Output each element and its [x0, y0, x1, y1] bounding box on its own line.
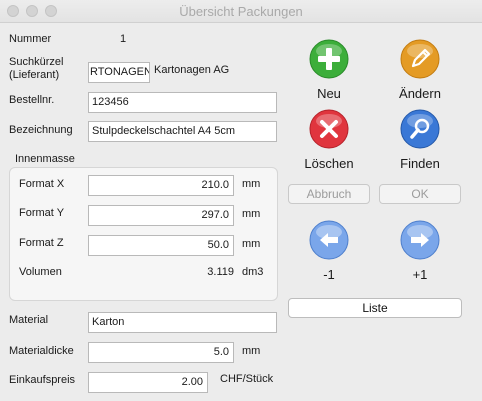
- liste-button[interactable]: Liste: [288, 298, 462, 318]
- loeschen-label: Löschen: [304, 156, 354, 171]
- format-z-label: Format Z: [19, 237, 64, 249]
- suchkuerzel-label-line1: Suchkürzel: [9, 56, 64, 68]
- lieferant-name: Kartonagen AG: [154, 64, 230, 76]
- volumen-value: 3.119: [207, 266, 234, 278]
- nummer-value: 1: [120, 33, 127, 45]
- einkaufspreis-label: Einkaufspreis: [9, 374, 76, 386]
- next-record-button[interactable]: [400, 220, 440, 260]
- next-record-label: +1: [412, 267, 428, 282]
- previous-record-label: -1: [323, 267, 335, 282]
- format-z-unit: mm: [242, 238, 261, 250]
- pencil-icon: [400, 39, 440, 79]
- previous-record-button[interactable]: [309, 220, 349, 260]
- bestellnr-label: Bestellnr.: [9, 94, 55, 106]
- format-x-field[interactable]: 210.0: [88, 175, 234, 196]
- format-x-label: Format X: [19, 178, 65, 190]
- arrow-left-icon: [309, 220, 349, 260]
- aendern-button[interactable]: [400, 39, 440, 79]
- aendern-label: Ändern: [399, 86, 441, 101]
- volumen-label: Volumen: [19, 266, 62, 278]
- plus-icon: [309, 39, 349, 79]
- format-y-field[interactable]: 297.0: [88, 205, 234, 226]
- bezeichnung-field[interactable]: Stulpdeckelschachtel A4 5cm: [88, 121, 277, 142]
- materialdicke-label: Materialdicke: [9, 345, 74, 357]
- bezeichnung-label: Bezeichnung: [9, 124, 73, 136]
- finden-button[interactable]: [400, 109, 440, 149]
- material-field[interactable]: Karton: [88, 312, 277, 333]
- finden-label: Finden: [400, 156, 440, 171]
- suchkuerzel-field[interactable]: RTONAGEN: [88, 62, 150, 83]
- window-title: Übersicht Packungen: [179, 4, 303, 19]
- innenmasse-label: Innenmasse: [15, 153, 75, 165]
- arrow-right-icon: [400, 220, 440, 260]
- material-label: Material: [9, 314, 49, 326]
- suchkuerzel-label-line2: (Lieferant): [9, 69, 60, 81]
- format-x-unit: mm: [242, 178, 261, 190]
- volumen-unit: dm3: [242, 266, 264, 278]
- einkaufspreis-field[interactable]: 2.00: [88, 372, 208, 393]
- loeschen-button[interactable]: [309, 109, 349, 149]
- title-bar[interactable]: Übersicht Packungen: [0, 0, 482, 23]
- magnifier-icon: [400, 109, 440, 149]
- neu-label: Neu: [317, 86, 341, 101]
- materialdicke-field[interactable]: 5.0: [88, 342, 234, 363]
- materialdicke-unit: mm: [242, 345, 261, 357]
- format-z-field[interactable]: 50.0: [88, 235, 234, 256]
- nummer-label: Nummer: [9, 33, 52, 45]
- bestellnr-field[interactable]: 123456: [88, 92, 277, 113]
- format-y-unit: mm: [242, 208, 261, 220]
- delete-x-icon: [309, 109, 349, 149]
- ok-button[interactable]: OK: [379, 184, 461, 204]
- abbruch-button[interactable]: Abbruch: [288, 184, 370, 204]
- format-y-label: Format Y: [19, 207, 65, 219]
- einkaufspreis-unit: CHF/Stück: [220, 373, 274, 385]
- neu-button[interactable]: [309, 39, 349, 79]
